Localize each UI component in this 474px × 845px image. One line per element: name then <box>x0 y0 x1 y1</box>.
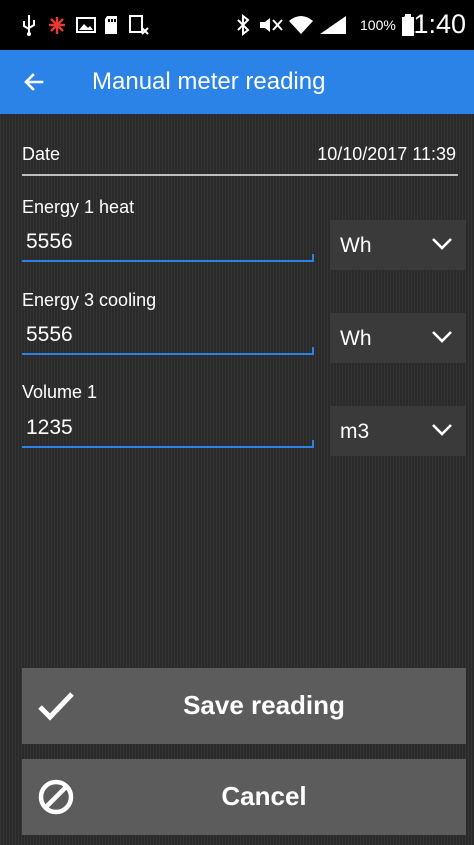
date-value: 10/10/2017 11:39 <box>317 144 456 164</box>
chevron-down-icon <box>432 424 452 436</box>
clock: 11:40 <box>400 9 466 39</box>
energy-1-heat-unit-select[interactable]: Wh <box>330 220 466 270</box>
cancel-button[interactable]: Cancel <box>22 759 466 835</box>
cancel-label: Cancel <box>221 781 307 811</box>
volume-1-unit-select[interactable]: m3 <box>330 406 466 456</box>
arrow-left-icon <box>24 73 44 91</box>
volume-1-label: Volume 1 <box>22 382 98 402</box>
sd-card-icon <box>104 14 120 36</box>
image-icon <box>76 14 96 36</box>
save-reading-button[interactable]: Save reading <box>22 668 466 744</box>
energy-3-cooling-label: Energy 3 cooling <box>22 290 157 310</box>
bluetooth-icon <box>236 14 250 36</box>
unit-value: Wh <box>340 234 372 257</box>
date-row: Date 10/10/2017 11:39 <box>22 140 458 176</box>
no-sim-icon <box>128 14 150 36</box>
energy-1-heat-label: Energy 1 heat <box>22 197 135 217</box>
save-reading-label: Save reading <box>183 690 345 720</box>
mute-icon <box>258 14 284 36</box>
unit-value: m3 <box>340 420 370 443</box>
chevron-down-icon <box>432 331 452 343</box>
wifi-icon <box>288 14 314 36</box>
bug-icon <box>46 14 68 36</box>
energy-3-cooling-input[interactable]: 5556 <box>22 319 314 355</box>
app-bar: Manual meter reading <box>0 50 474 114</box>
energy-3-cooling-value: 5556 <box>26 323 73 346</box>
volume-1-value: 1235 <box>26 416 73 439</box>
energy-1-heat-value: 5556 <box>26 230 73 253</box>
date-label: Date <box>22 144 61 164</box>
energy-3-cooling-unit-select[interactable]: Wh <box>330 313 466 363</box>
unit-value: Wh <box>340 327 372 350</box>
energy-1-heat-input[interactable]: 5556 <box>22 226 314 262</box>
usb-icon <box>20 14 38 36</box>
battery-percent: 100% <box>360 17 396 33</box>
signal-icon <box>318 14 348 36</box>
page-title: Manual meter reading <box>92 68 326 95</box>
back-button[interactable] <box>14 64 54 100</box>
status-bar: 100% 11:40 <box>0 0 474 50</box>
volume-1-input[interactable]: 1235 <box>22 412 314 448</box>
chevron-down-icon <box>432 238 452 250</box>
